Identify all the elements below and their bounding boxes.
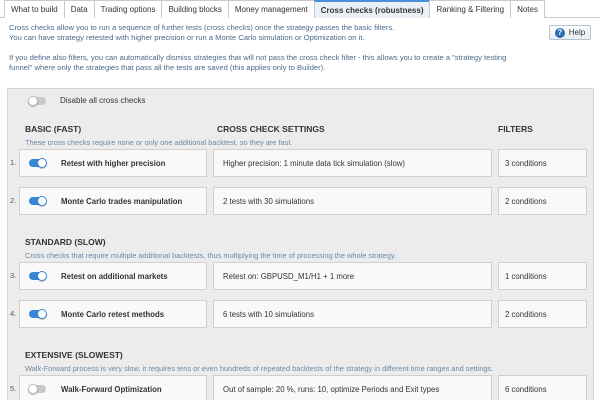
- section-title-standard: STANDARD (SLOW): [25, 237, 106, 247]
- retest-additional-markets-filters[interactable]: 1 conditions: [498, 262, 587, 290]
- cross-check-walk-forward: Walk-Forward Optimization: [19, 375, 207, 400]
- toggle-knob: [28, 384, 38, 394]
- retest-higher-precision-filters[interactable]: 3 conditions: [498, 149, 587, 177]
- cross-check-name: Monte Carlo trades manipulation: [61, 196, 183, 206]
- intro-line-1: Cross checks allow you to run a sequence…: [9, 23, 395, 32]
- monte-carlo-retest-settings[interactable]: 6 tests with 10 simulations: [213, 300, 492, 328]
- question-circle-icon: ?: [554, 27, 565, 38]
- walk-forward-settings[interactable]: Out of sample: 20 %, runs: 10, optimize …: [213, 375, 492, 400]
- column-header-filters: FILTERS: [498, 124, 533, 134]
- tab-notes[interactable]: Notes: [510, 0, 545, 18]
- monte-carlo-trades-settings[interactable]: 2 tests with 30 simulations: [213, 187, 492, 215]
- section-desc-basic: These cross checks require none or only …: [25, 138, 293, 147]
- monte-carlo-trades-filters[interactable]: 2 conditions: [498, 187, 587, 215]
- row-number: 4.: [10, 309, 17, 318]
- tab-data[interactable]: Data: [63, 0, 95, 18]
- filters-summary: 2 conditions: [505, 309, 547, 319]
- row-number: 3.: [10, 271, 17, 280]
- cross-check-name: Walk-Forward Optimization: [61, 384, 162, 394]
- row-number: 5.: [10, 384, 17, 393]
- tab-building-blocks[interactable]: Building blocks: [161, 0, 229, 18]
- filters-summary: 2 conditions: [505, 196, 547, 206]
- cross-check-retest-additional-markets: Retest on additional markets: [19, 262, 207, 290]
- tab-bar: What to build Data Trading options Build…: [0, 0, 600, 18]
- section-title-basic: BASIC (FAST): [25, 124, 82, 134]
- disable-all-toggle[interactable]: [28, 95, 46, 106]
- filters-summary: 6 conditions: [505, 384, 547, 394]
- row-number: 1.: [10, 158, 17, 167]
- toggle-knob: [37, 271, 47, 281]
- settings-summary: Out of sample: 20 %, runs: 10, optimize …: [223, 384, 440, 394]
- intro-line-4: funnel" where only the strategies that p…: [9, 63, 326, 72]
- cross-check-monte-carlo-retest: Monte Carlo retest methods: [19, 300, 207, 328]
- retest-higher-precision-settings[interactable]: Higher precision: 1 minute data tick sim…: [213, 149, 492, 177]
- walk-forward-toggle[interactable]: [28, 384, 46, 394]
- toggle-knob: [37, 196, 47, 206]
- tab-ranking-filtering[interactable]: Ranking & Filtering: [429, 0, 512, 18]
- retest-additional-markets-toggle[interactable]: [29, 271, 47, 281]
- section-title-extensive: EXTENSIVE (SLOWEST): [25, 350, 123, 360]
- tab-cross-checks[interactable]: Cross checks (robustness): [313, 0, 431, 18]
- walk-forward-filters[interactable]: 6 conditions: [498, 375, 587, 400]
- intro-text: Cross checks allow you to run a sequence…: [9, 23, 529, 73]
- cross-check-monte-carlo-trades: Monte Carlo trades manipulation: [19, 187, 207, 215]
- help-button[interactable]: ? Help: [549, 25, 591, 40]
- tab-what-to-build[interactable]: What to build: [4, 0, 65, 18]
- cross-check-name: Retest on additional markets: [61, 271, 168, 281]
- help-label: Help: [568, 28, 586, 37]
- monte-carlo-retest-toggle[interactable]: [29, 309, 47, 319]
- cross-check-name: Monte Carlo retest methods: [61, 309, 165, 319]
- filters-summary: 1 conditions: [505, 271, 547, 281]
- intro-line-3: If you define also filters, you can auto…: [9, 53, 507, 62]
- cross-check-retest-higher-precision: Retest with higher precision: [19, 149, 207, 177]
- settings-summary: Retest on: GBPUSD_M1/H1 + 1 more: [223, 271, 355, 281]
- tab-trading-options[interactable]: Trading options: [93, 0, 163, 18]
- intro-line-2: You can have strategy retested with high…: [9, 33, 365, 42]
- toggle-knob: [37, 309, 47, 319]
- toggle-knob: [37, 158, 47, 168]
- column-header-settings: CROSS CHECK SETTINGS: [217, 124, 325, 134]
- retest-higher-precision-toggle[interactable]: [29, 158, 47, 168]
- section-desc-standard: Cross checks that require multiple addit…: [25, 251, 397, 260]
- row-number: 2.: [10, 196, 17, 205]
- monte-carlo-retest-filters[interactable]: 2 conditions: [498, 300, 587, 328]
- disable-all-label: Disable all cross checks: [60, 96, 146, 105]
- filters-summary: 3 conditions: [505, 158, 547, 168]
- settings-summary: Higher precision: 1 minute data tick sim…: [223, 158, 406, 168]
- cross-check-name: Retest with higher precision: [61, 158, 166, 168]
- toggle-knob: [28, 95, 38, 106]
- disable-all-row: Disable all cross checks: [28, 95, 146, 106]
- tab-money-management[interactable]: Money management: [227, 0, 315, 18]
- monte-carlo-trades-toggle[interactable]: [29, 196, 47, 206]
- settings-summary: 6 tests with 10 simulations: [223, 309, 315, 319]
- retest-additional-markets-settings[interactable]: Retest on: GBPUSD_M1/H1 + 1 more: [213, 262, 492, 290]
- settings-summary: 2 tests with 30 simulations: [223, 196, 315, 206]
- section-desc-extensive: Walk-Forward process is very slow, it re…: [25, 364, 494, 373]
